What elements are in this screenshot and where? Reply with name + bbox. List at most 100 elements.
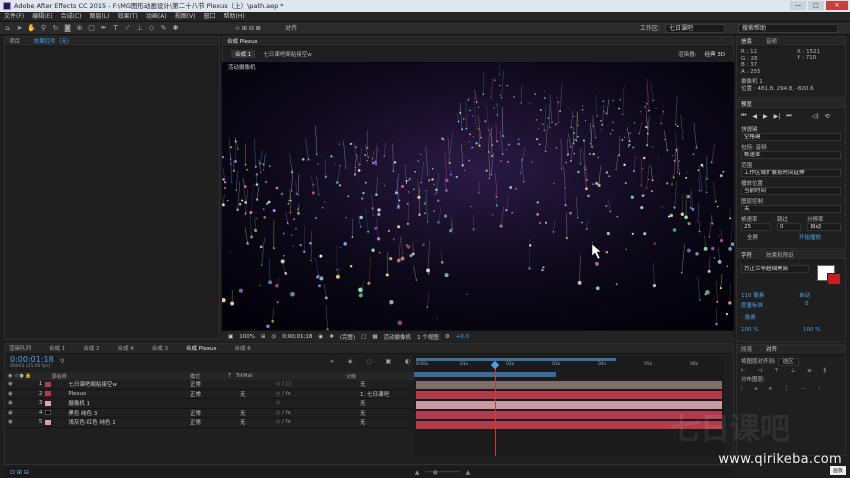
close-button[interactable]: ✕	[826, 1, 848, 10]
tab-preview[interactable]: 预览	[741, 102, 752, 108]
home-icon[interactable]: ⌂	[3, 24, 12, 33]
table-row[interactable]: ◉ 4 黑色 纯色 3 正常 无 ◇ / fx 无	[4, 409, 414, 418]
camera-tool-icon[interactable]: ◙	[63, 24, 72, 33]
tab-comp-4[interactable]: 合成 4	[118, 344, 134, 353]
tab-character[interactable]: 字符	[741, 253, 752, 259]
layer-label-color[interactable]	[45, 391, 52, 397]
menu-view[interactable]: 视图(V)	[171, 12, 200, 22]
layer-controls-dropdown[interactable]: 关	[741, 205, 841, 213]
renderer-value[interactable]: 经典 3D	[705, 50, 725, 58]
distribute-buttons-icon[interactable]: ⫶ ⫷ ⫸ ⋮ ⋯ ⁝	[741, 385, 841, 394]
time-ruler[interactable]: 0:00s 01s 02s 03s 04s 05s 06s	[414, 362, 724, 372]
col-source-name[interactable]: 源名称	[52, 373, 67, 380]
roi-icon[interactable]: □	[361, 334, 366, 340]
menu-animation[interactable]: 动画(A)	[142, 12, 171, 22]
layer-name[interactable]: 浅灰色-红色 纯色 1	[68, 418, 115, 426]
layer-switches-icon[interactable]: ◇ / fx	[276, 410, 291, 416]
tab-composition[interactable]: 合成 Plexus	[227, 39, 258, 45]
skip-input[interactable]: 0	[777, 223, 801, 231]
layer-label-color[interactable]	[45, 410, 52, 416]
menu-effect[interactable]: 效果(T)	[114, 12, 142, 22]
layer-switches-icon[interactable]: ◇	[276, 400, 280, 406]
vertical-scale-value[interactable]: 100 %	[741, 327, 758, 333]
tab-comp-2[interactable]: 合成 2	[83, 344, 99, 353]
toggle-switches-icon[interactable]: ⊡ ⊞ ⊟	[10, 469, 29, 476]
work-area-bar[interactable]	[416, 358, 616, 361]
snap-icons[interactable]: ⊹ ⊞ ⊟ ⊠	[235, 24, 261, 33]
stroke-color-swatch[interactable]	[827, 273, 841, 285]
pen-tool-icon[interactable]: ✒	[99, 24, 108, 33]
zoom-in-icon[interactable]: ▲	[466, 469, 471, 476]
res-dropdown[interactable]: 自动	[807, 223, 841, 231]
layer-switches-icon[interactable]: ◇ / ▢	[276, 381, 291, 387]
tab-align[interactable]: 对齐	[766, 347, 777, 353]
zoom-dropdown[interactable]: 100%	[239, 334, 255, 340]
mask-icon[interactable]: ◎	[272, 334, 277, 340]
eye-icon[interactable]: ◉	[8, 419, 13, 425]
current-time[interactable]: 0;00;01;18	[282, 334, 312, 340]
clone-tool-icon[interactable]: ⊥	[135, 24, 144, 33]
preview-range-bar[interactable]	[414, 372, 556, 377]
playhead[interactable]	[495, 362, 497, 456]
tab-comp-1[interactable]: 合成 1	[49, 344, 65, 353]
eye-icon[interactable]: ◉	[8, 391, 13, 397]
layer-name[interactable]: 黑色 纯色 3	[68, 409, 97, 417]
play-from-dropdown[interactable]: 当前时间	[741, 187, 841, 195]
layer-track[interactable]	[416, 391, 722, 399]
range-dropdown[interactable]: 工作区域扩展按时间延伸	[741, 169, 841, 177]
play-icon[interactable]: ▶	[763, 113, 768, 120]
exposure-value[interactable]: +0.0	[456, 334, 469, 340]
audio-icon[interactable]: ◁)	[812, 113, 819, 120]
layer-name[interactable]: Plexus	[68, 391, 86, 397]
fps-dropdown[interactable]: 25	[741, 223, 771, 231]
layer-name[interactable]: 七日课吧阁粘接空w	[68, 380, 117, 388]
prev-frame-icon[interactable]: ◀	[752, 113, 757, 120]
cache-option[interactable]: 开始播放	[799, 233, 821, 241]
layer-parent[interactable]: 无	[360, 409, 366, 417]
tracking-value[interactable]: 0	[805, 301, 809, 307]
menu-help[interactable]: 帮助(H)	[220, 12, 249, 22]
layer-switches-icon[interactable]: ◇ / fx	[276, 419, 291, 425]
puppet-tool-icon[interactable]: ✱	[171, 24, 180, 33]
layer-trkmat[interactable]: 无	[240, 409, 246, 417]
layer-track[interactable]	[416, 381, 722, 389]
eye-icon[interactable]: ◉	[8, 410, 13, 416]
menu-layer[interactable]: 图层(L)	[86, 12, 114, 22]
layer-label-color[interactable]	[45, 400, 52, 406]
tab-comp-3[interactable]: 合成 3	[152, 344, 168, 353]
hand-tool-icon[interactable]: ✋	[27, 24, 36, 33]
menu-file[interactable]: 文件(F)	[0, 12, 28, 22]
font-size-value[interactable]: 110 像素	[741, 291, 764, 299]
tab-comp-plexus[interactable]: 合成 Plexus	[186, 344, 217, 353]
horizontal-scale-value[interactable]: 100 %	[803, 327, 820, 333]
tab-effects-presets[interactable]: 效果和预设	[766, 253, 794, 259]
search-help-input[interactable]: 搜索帮助	[738, 24, 838, 33]
tab-effect-controls[interactable]: 效果控件（无）	[34, 39, 73, 45]
tab-render-queue[interactable]: 渲染队列	[9, 344, 31, 353]
transparency-icon[interactable]: ▦	[372, 334, 377, 340]
loop-icon[interactable]: ⟲	[825, 113, 830, 120]
snapshot-icon[interactable]: ◉	[318, 334, 323, 340]
next-frame-icon[interactable]: ▶|	[774, 113, 781, 120]
tab-comp-6[interactable]: 合成 6	[235, 344, 251, 353]
minimize-button[interactable]: —	[790, 1, 806, 10]
tab-paragraph[interactable]: 段落	[741, 347, 752, 353]
table-row[interactable]: ◉ 2 Plexus 正常 无 ◇ / fx 1. 七日课吧	[4, 390, 414, 399]
layer-parent[interactable]: 1. 七日课吧	[360, 390, 389, 398]
stroke-width-value[interactable]: - 像素	[741, 313, 756, 321]
brush-tool-icon[interactable]: ⁄	[123, 24, 132, 33]
timeline-timecode[interactable]: 0:00:01:18	[10, 355, 54, 364]
fast-preview-icon[interactable]: ⚙	[445, 334, 450, 340]
align-buttons-icon[interactable]: ⊢ ⊣ ⊤ ⊥ ≡ ⫼	[741, 367, 841, 376]
camera-dropdown[interactable]: 活动摄像机	[384, 333, 412, 341]
mask-tool-icon[interactable]: □	[87, 24, 96, 33]
layer-trkmat[interactable]: 无	[240, 418, 246, 426]
layer-name[interactable]: 摄像机 1	[68, 399, 90, 407]
layer-parent[interactable]: 无	[360, 418, 366, 426]
layer-mode[interactable]: 正常	[190, 418, 201, 426]
leading-value[interactable]: 自动	[799, 291, 810, 299]
channel-icon[interactable]: ✚	[329, 334, 334, 340]
composition-viewer[interactable]	[222, 62, 734, 330]
zoom-out-icon[interactable]: ▲	[415, 469, 420, 476]
comp-subtab-2[interactable]: 七日课吧阁粘接空w	[263, 50, 312, 58]
